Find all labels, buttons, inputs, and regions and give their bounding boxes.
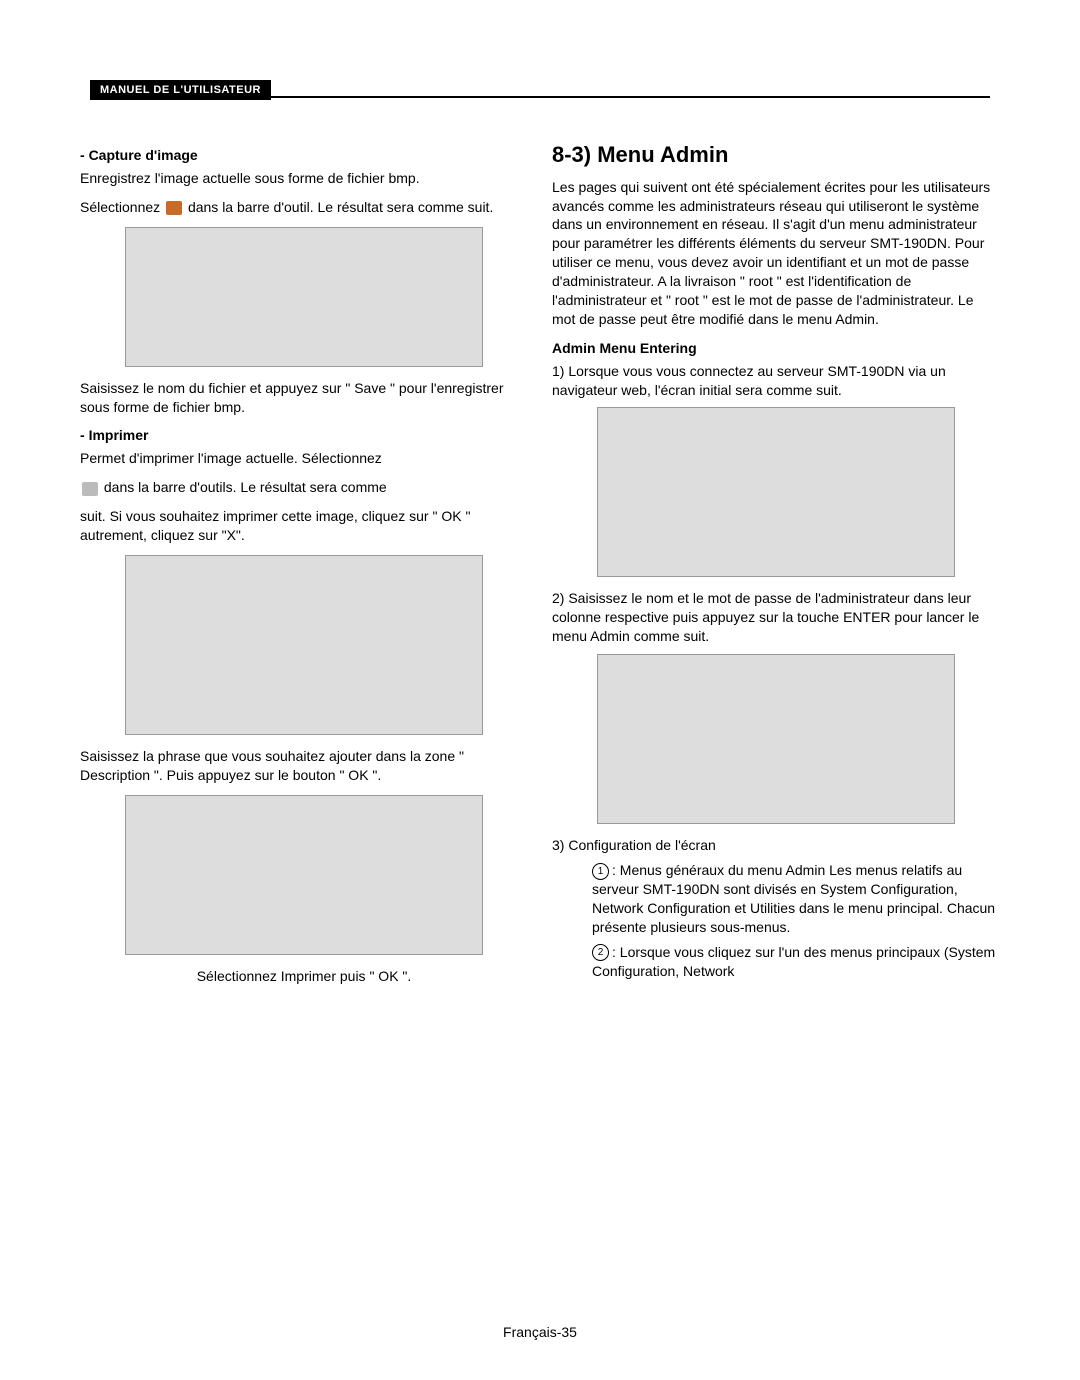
right-column: 8-3) Menu Admin Les pages qui suivent on… bbox=[552, 140, 1000, 996]
header-rule bbox=[90, 96, 990, 98]
capture-p1b: Sélectionnez dans la barre d'outil. Le r… bbox=[80, 198, 528, 217]
imprimer-title: Imprimer bbox=[80, 426, 528, 445]
print-preview-image bbox=[125, 555, 483, 735]
entering-li3: 3) Configuration de l'écran bbox=[552, 836, 1000, 855]
imprimer-p1b: dans la barre d'outils. Le résultat sera… bbox=[80, 478, 528, 497]
capture-p2: Saisissez le nom du fichier et appuyez s… bbox=[80, 379, 528, 417]
entering-li3b-wrap: 2: Lorsque vous cliquez sur l'un des men… bbox=[552, 943, 1000, 981]
menuadmin-p1: Les pages qui suivent ont été spécialeme… bbox=[552, 178, 1000, 329]
left-column: Capture d'image Enregistrez l'image actu… bbox=[80, 140, 528, 996]
imprimer-p1c: suit. Si vous souhaitez imprimer cette i… bbox=[80, 507, 528, 545]
imprimer-p3: Sélectionnez Imprimer puis " OK ". bbox=[80, 967, 528, 986]
imprimer-p1: Permet d'imprimer l'image actuelle. Séle… bbox=[80, 449, 528, 468]
capture-title: Capture d'image bbox=[80, 146, 528, 165]
printer-icon bbox=[82, 482, 98, 496]
circled-1-icon: 1 bbox=[592, 863, 609, 880]
capture-p1b-post: dans la barre d'outil. Le résultat sera … bbox=[188, 199, 493, 215]
capture-p1b-pre: Sélectionnez bbox=[80, 199, 164, 215]
camera-icon bbox=[166, 201, 182, 215]
entering-li1: 1) Lorsque vous vous connectez au serveu… bbox=[552, 362, 1000, 400]
capture-p1a: Enregistrez l'image actuelle sous forme … bbox=[80, 169, 528, 188]
entering-li3a-wrap: 1: Menus généraux du menu Admin Les menu… bbox=[552, 861, 1000, 937]
page-footer: Français-35 bbox=[0, 1324, 1080, 1340]
circled-2-icon: 2 bbox=[592, 944, 609, 961]
entering-title: Admin Menu Entering bbox=[552, 339, 1000, 358]
imprimer-p2: Saisissez la phrase que vous souhaitez a… bbox=[80, 747, 528, 785]
menuadmin-title: 8-3) Menu Admin bbox=[552, 140, 1000, 170]
admin-menu-image bbox=[597, 654, 955, 824]
entering-li2: 2) Saisissez le nom et le mot de passe d… bbox=[552, 590, 979, 644]
entering-li3a: : Menus généraux du menu Admin Les menus… bbox=[592, 862, 995, 935]
saveas-dialog-image bbox=[125, 227, 483, 367]
entering-li3b: : Lorsque vous cliquez sur l'un des menu… bbox=[592, 944, 995, 979]
browser-initial-image bbox=[597, 407, 955, 577]
imprimer-p1b-post: dans la barre d'outils. Le résultat sera… bbox=[104, 479, 387, 495]
print-dialog-image bbox=[125, 795, 483, 955]
